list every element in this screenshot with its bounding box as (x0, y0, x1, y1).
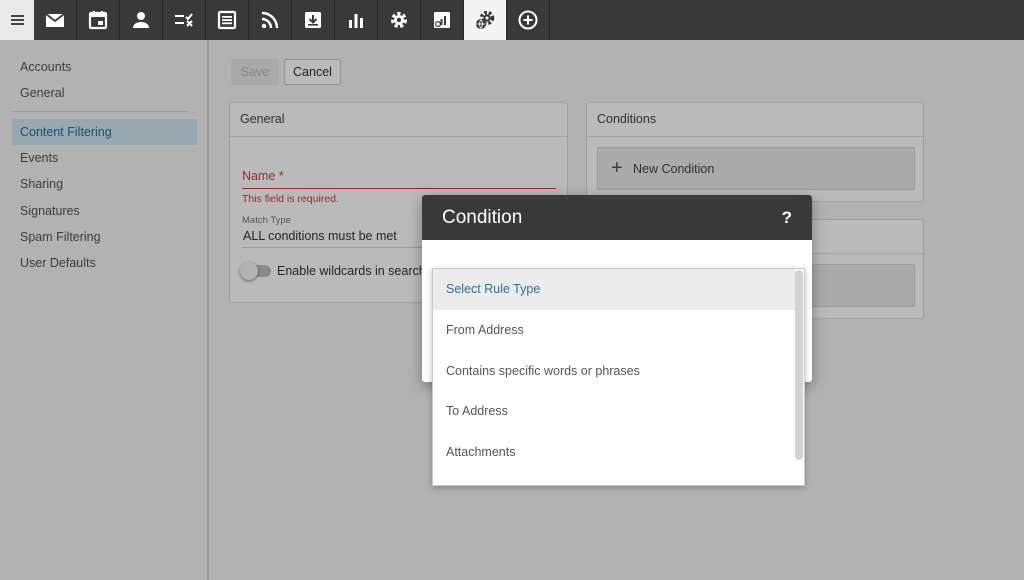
modal-title: Condition (442, 206, 523, 228)
rule-type-dropdown[interactable]: Select Rule Type From Address Contains s… (432, 268, 805, 486)
rss-icon[interactable] (249, 0, 292, 40)
reports-icon[interactable] (335, 0, 378, 40)
settings-icon[interactable] (378, 0, 421, 40)
menu-icon[interactable] (0, 0, 34, 40)
help-icon[interactable]: ? (782, 208, 792, 228)
contacts-icon[interactable] (120, 0, 163, 40)
tasks-icon[interactable] (163, 0, 206, 40)
rule-option-select-rule-type[interactable]: Select Rule Type (433, 269, 795, 310)
modal-header: Condition ? (422, 195, 812, 240)
dropdown-scrollbar[interactable] (795, 270, 803, 460)
download-icon[interactable] (292, 0, 335, 40)
notes-icon[interactable] (206, 0, 249, 40)
rule-option-attachments[interactable]: Attachments (433, 432, 795, 473)
domain-settings-icon[interactable] (464, 0, 507, 40)
add-icon[interactable] (507, 0, 550, 40)
top-toolbar (0, 0, 1024, 40)
rule-option-contains-words[interactable]: Contains specific words or phrases (433, 351, 795, 392)
rule-option-to-address[interactable]: To Address (433, 391, 795, 432)
calendar-icon[interactable] (77, 0, 120, 40)
rule-option-from-address[interactable]: From Address (433, 310, 795, 351)
mail-icon[interactable] (34, 0, 77, 40)
domain-reports-icon[interactable] (421, 0, 464, 40)
